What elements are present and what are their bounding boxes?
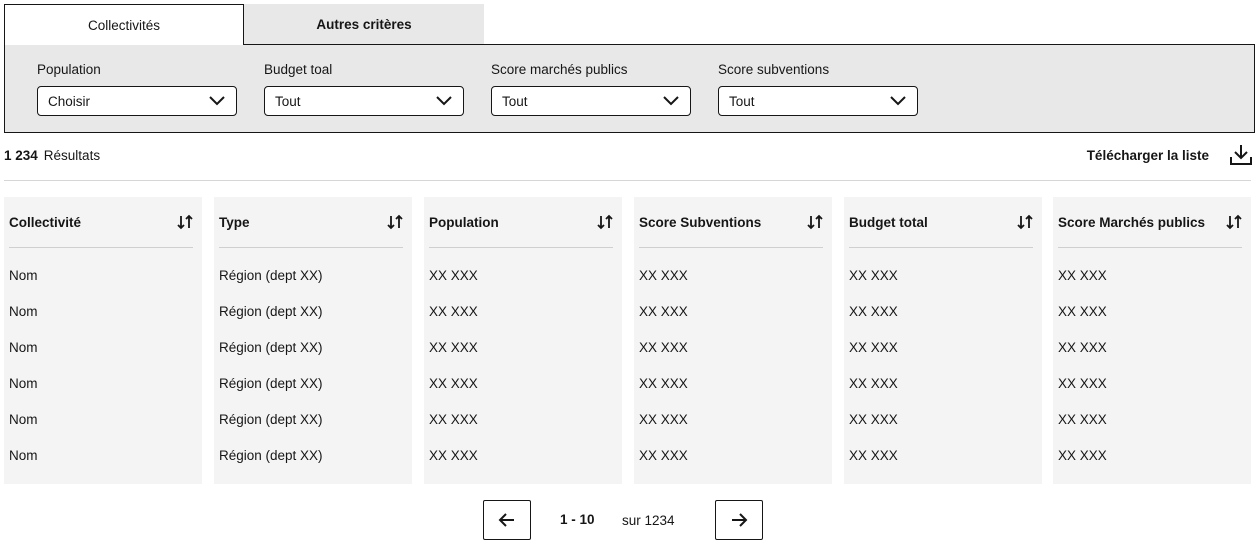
results-label: Résultats bbox=[43, 148, 101, 163]
filter-label: Score marchés publics bbox=[491, 62, 628, 77]
next-page-button[interactable] bbox=[715, 500, 763, 540]
table-cell: XX XXX bbox=[639, 268, 688, 283]
table-cell: Région (dept XX) bbox=[219, 304, 323, 319]
chevron-down-icon bbox=[663, 96, 679, 106]
filter-label: Population bbox=[37, 62, 101, 77]
table-column-collectivite: Collectivité Nom Nom Nom Nom Nom Nom bbox=[4, 197, 202, 484]
column-header-label: Population bbox=[429, 214, 499, 230]
pagination-range: 1 - 10 bbox=[560, 512, 595, 527]
table-column-type: Type Région (dept XX) Région (dept XX) Régi… bbox=[214, 197, 412, 484]
table-cell: XX XXX bbox=[849, 304, 898, 319]
divider bbox=[4, 180, 1251, 181]
column-header-population[interactable]: Population bbox=[429, 197, 613, 248]
table-cell: XX XXX bbox=[1058, 304, 1107, 319]
table-column-score-subventions: Score Subventions XX XXX XX XXX XX XXX XX XX… bbox=[634, 197, 832, 484]
results-count: 1 234 Résultats bbox=[4, 148, 100, 163]
column-header-label: Score Subventions bbox=[639, 214, 762, 230]
score-marches-select[interactable]: Tout bbox=[491, 86, 691, 116]
table-cell: Nom bbox=[9, 304, 38, 319]
table-cell: Région (dept XX) bbox=[219, 340, 323, 355]
table-column-score-marches-publics: Score Marchés publics XX XXX XX XXX XX XXX X… bbox=[1053, 197, 1251, 484]
filters-panel: Population Choisir Budget toal Tout Scor… bbox=[4, 44, 1255, 133]
table-cell: XX XXX bbox=[639, 412, 688, 427]
table-cell: XX XXX bbox=[849, 448, 898, 463]
table-cell: XX XXX bbox=[849, 340, 898, 355]
filter-label: Score subventions bbox=[718, 62, 830, 77]
sort-icon bbox=[807, 214, 823, 230]
column-header-label: Collectivité bbox=[9, 214, 82, 230]
table-cell: XX XXX bbox=[1058, 340, 1107, 355]
chevron-down-icon bbox=[209, 96, 225, 106]
filter-population: Population Choisir bbox=[37, 62, 237, 116]
table-cell: Région (dept XX) bbox=[219, 268, 323, 283]
table-cell: XX XXX bbox=[429, 304, 478, 319]
tab-collectivites[interactable]: Collectivités bbox=[4, 4, 244, 45]
table-cell: Région (dept XX) bbox=[219, 448, 323, 463]
sort-icon bbox=[1017, 214, 1033, 230]
filter-budget: Budget toal Tout bbox=[264, 62, 464, 116]
tab-bar: Collectivités Autres critères bbox=[4, 4, 484, 45]
table-cell: XX XXX bbox=[429, 412, 478, 427]
table-cell: XX XXX bbox=[639, 304, 688, 319]
table-cell: XX XXX bbox=[849, 268, 898, 283]
column-header-budget-total[interactable]: Budget total bbox=[849, 197, 1033, 248]
column-header-label: Type bbox=[219, 214, 250, 230]
table-cell: XX XXX bbox=[1058, 268, 1107, 283]
results-number: 1 234 bbox=[4, 148, 38, 163]
column-header-type[interactable]: Type bbox=[219, 197, 403, 248]
download-button[interactable]: Télécharger la liste bbox=[1087, 143, 1253, 167]
column-header-score-subventions[interactable]: Score Subventions bbox=[639, 197, 823, 248]
column-header-label: Budget total bbox=[849, 214, 928, 230]
table-cell: XX XXX bbox=[849, 412, 898, 427]
sort-icon bbox=[1226, 214, 1242, 230]
table-cell: XX XXX bbox=[1058, 448, 1107, 463]
table-cell: XX XXX bbox=[1058, 376, 1107, 391]
table-cell: XX XXX bbox=[429, 448, 478, 463]
table-cell: XX XXX bbox=[429, 340, 478, 355]
column-header-score-marches-publics[interactable]: Score Marchés publics bbox=[1058, 197, 1242, 248]
column-header-collectivite[interactable]: Collectivité bbox=[9, 197, 193, 248]
arrow-right-icon bbox=[732, 513, 748, 527]
filter-score-marches: Score marchés publics Tout bbox=[491, 62, 691, 116]
table-cell: Région (dept XX) bbox=[219, 376, 323, 391]
table-cell: XX XXX bbox=[849, 376, 898, 391]
select-value: Choisir bbox=[48, 93, 91, 109]
filter-score-subventions: Score subventions Tout bbox=[718, 62, 918, 116]
column-header-label: Score Marchés publics bbox=[1058, 214, 1206, 230]
select-value: Tout bbox=[275, 93, 301, 109]
select-value: Tout bbox=[502, 93, 528, 109]
table-cell: XX XXX bbox=[639, 448, 688, 463]
tab-autres-criteres[interactable]: Autres critères bbox=[244, 4, 484, 44]
table-cell: XX XXX bbox=[1058, 412, 1107, 427]
table-cell: XX XXX bbox=[429, 376, 478, 391]
budget-select[interactable]: Tout bbox=[264, 86, 464, 116]
table-cell: Nom bbox=[9, 340, 38, 355]
chevron-down-icon bbox=[436, 96, 452, 106]
population-select[interactable]: Choisir bbox=[37, 86, 237, 116]
filter-label: Budget toal bbox=[264, 62, 333, 77]
sort-icon bbox=[387, 214, 403, 230]
sort-icon bbox=[597, 214, 613, 230]
table-cell: XX XXX bbox=[429, 268, 478, 283]
select-value: Tout bbox=[729, 93, 755, 109]
arrow-left-icon bbox=[498, 513, 514, 527]
table-cell: Nom bbox=[9, 268, 38, 283]
pagination-total: sur 1234 bbox=[622, 513, 675, 528]
table-cell: Nom bbox=[9, 412, 38, 427]
previous-page-button[interactable] bbox=[483, 500, 531, 540]
table-column-budget-total: Budget total XX XXX XX XXX XX XXX XX XXX XX X… bbox=[844, 197, 1042, 484]
sort-icon bbox=[177, 214, 193, 230]
table-column-population: Population XX XXX XX XXX XX XXX XX XXX XX XXX… bbox=[424, 197, 622, 484]
table-cell: XX XXX bbox=[639, 340, 688, 355]
table-cell: Nom bbox=[9, 448, 38, 463]
table-cell: Région (dept XX) bbox=[219, 412, 323, 427]
score-subventions-select[interactable]: Tout bbox=[718, 86, 918, 116]
download-label: Télécharger la liste bbox=[1086, 147, 1209, 163]
download-icon bbox=[1230, 145, 1252, 165]
chevron-down-icon bbox=[890, 96, 906, 106]
table-cell: Nom bbox=[9, 376, 38, 391]
table-cell: XX XXX bbox=[639, 376, 688, 391]
